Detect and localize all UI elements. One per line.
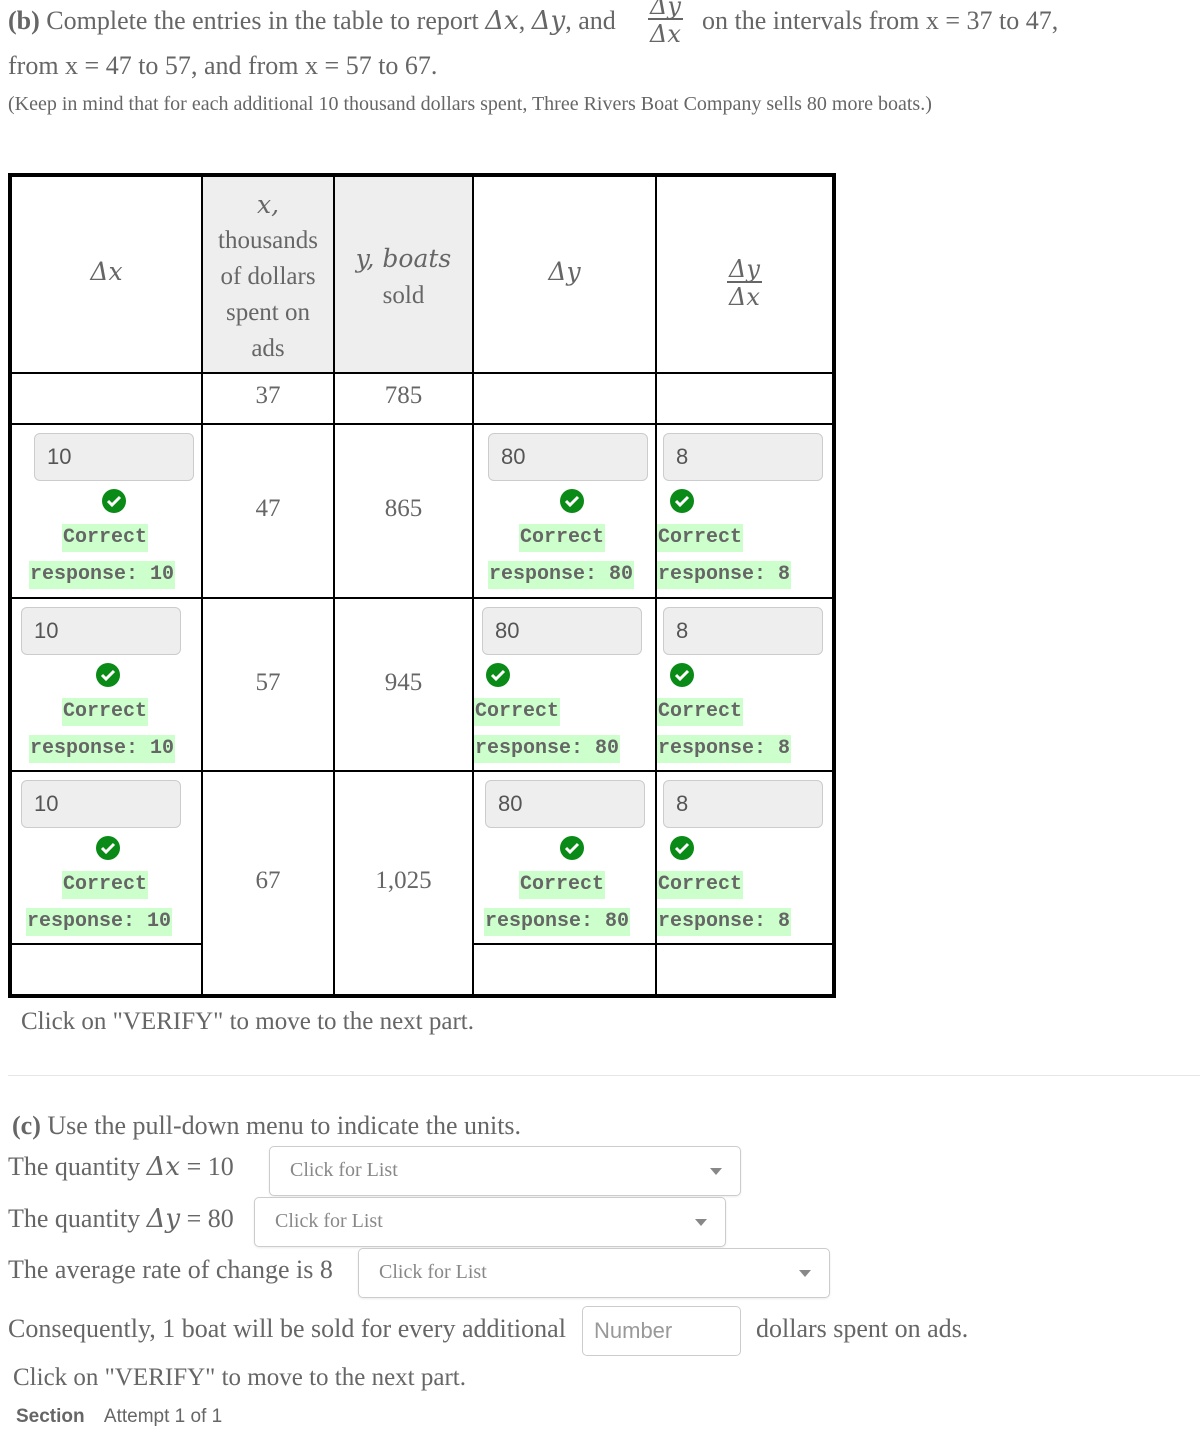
y-value-cell: 945 bbox=[335, 599, 474, 772]
interval-3: x = 57 to 67 bbox=[305, 51, 431, 80]
rate-units-dropdown[interactable]: Click for List bbox=[358, 1248, 830, 1298]
delta-x-input-1[interactable]: 10 bbox=[34, 433, 194, 481]
q-delta-x-units-label: The quantity Δx = 10 bbox=[8, 1152, 234, 1182]
y-value-cell: 1,025 bbox=[335, 772, 474, 994]
header-y: y, boats sold bbox=[335, 177, 474, 374]
delta-y-units-dropdown[interactable]: Click for List bbox=[254, 1197, 726, 1247]
check-icon bbox=[670, 489, 694, 513]
check-icon bbox=[670, 663, 694, 687]
chevron-down-icon bbox=[799, 1270, 811, 1277]
feedback-correct: Correct bbox=[657, 698, 744, 726]
delta-x-symbol: Δx bbox=[485, 6, 519, 36]
delta-y-symbol: Δy bbox=[531, 6, 566, 36]
chevron-down-icon bbox=[695, 1219, 707, 1226]
interval-1-ratio-cell: 8 Correct response: 8 bbox=[657, 425, 832, 599]
part-b-prompt-line2: from x = 47 to 57, and from x = 57 to 67… bbox=[8, 51, 438, 80]
q-rate-units-label: The average rate of change is 8 bbox=[8, 1255, 333, 1284]
part-c-title: (c) Use the pull-down menu to indicate t… bbox=[12, 1111, 522, 1140]
q-consequently-suffix: dollars spent on ads. bbox=[756, 1314, 969, 1343]
attempt-text: Attempt 1 of 1 bbox=[103, 1406, 223, 1427]
feedback-correct: Correct bbox=[519, 871, 606, 899]
feedback-correct: Correct bbox=[62, 698, 149, 726]
dollars-number-input[interactable]: Number bbox=[582, 1306, 741, 1356]
check-icon bbox=[670, 836, 694, 860]
feedback-correct: Correct bbox=[62, 524, 149, 552]
attempt-status: Section Attempt 1 of 1 bbox=[16, 1406, 222, 1428]
feedback-correct: Correct bbox=[62, 871, 149, 899]
delta-y-input-3[interactable]: 80 bbox=[485, 780, 645, 828]
interval-3-ratio-cell: 8 Correct response: 8 bbox=[657, 772, 832, 945]
part-b-prompt: (b) Complete the entries in the table to… bbox=[8, 6, 616, 36]
ratio-input-3[interactable]: 8 bbox=[663, 780, 823, 828]
feedback-response: response: 80 bbox=[488, 561, 635, 589]
part-b-label: (b) bbox=[8, 6, 40, 35]
section-label: Section bbox=[16, 1406, 85, 1427]
feedback-response: response: 10 bbox=[26, 908, 173, 936]
x-value-cell: 67 bbox=[203, 772, 335, 994]
empty-cell bbox=[12, 374, 203, 425]
section-divider bbox=[8, 1075, 1200, 1076]
delta-x-input-2[interactable]: 10 bbox=[21, 607, 181, 655]
header-delta-x: Δx bbox=[12, 177, 203, 374]
delta-y-input-1[interactable]: 80 bbox=[488, 433, 648, 481]
feedback-response: response: 10 bbox=[29, 735, 176, 763]
feedback-response: response: 8 bbox=[657, 561, 792, 589]
part-c-verify-hint: Click on "VERIFY" to move to the next pa… bbox=[13, 1364, 466, 1391]
feedback-correct: Correct bbox=[657, 524, 744, 552]
feedback-response: response: 10 bbox=[29, 561, 176, 589]
delta-x-units-dropdown[interactable]: Click for List bbox=[269, 1146, 741, 1196]
delta-y-input-2[interactable]: 80 bbox=[482, 607, 642, 655]
check-icon bbox=[486, 663, 510, 687]
x-value-cell: 37 bbox=[203, 374, 335, 425]
interval-2-delta-x-cell: 10 Correct response: 10 bbox=[12, 599, 203, 772]
check-icon bbox=[560, 836, 584, 860]
interval-1: x = 37 to 47, bbox=[925, 6, 1059, 35]
q-consequently-label: Consequently, 1 boat will be sold for ev… bbox=[8, 1314, 566, 1343]
ratio-input-2[interactable]: 8 bbox=[663, 607, 823, 655]
x-value-cell: 47 bbox=[203, 425, 335, 599]
q-delta-y-units-label: The quantity Δy = 80 bbox=[8, 1204, 234, 1234]
feedback-correct: Correct bbox=[474, 698, 561, 726]
ratio-fraction: Δy Δx bbox=[648, 0, 683, 46]
feedback-response: response: 80 bbox=[484, 908, 631, 936]
x-value-cell: 57 bbox=[203, 599, 335, 772]
rate-table: Δx x, thousands of dollars spent on ads … bbox=[8, 173, 836, 998]
empty-cell bbox=[12, 945, 203, 994]
empty-cell bbox=[657, 945, 832, 994]
check-icon bbox=[96, 663, 120, 687]
interval-1-delta-y-cell: 80 Correct response: 80 bbox=[474, 425, 657, 599]
header-x: x, thousands of dollars spent on ads bbox=[203, 177, 335, 374]
check-icon bbox=[102, 489, 126, 513]
feedback-response: response: 8 bbox=[657, 908, 792, 936]
check-icon bbox=[560, 489, 584, 513]
empty-cell bbox=[474, 945, 657, 994]
part-b-prompt-cont: on the intervals from x = 37 to 47, bbox=[702, 6, 1059, 35]
header-delta-y: Δy bbox=[474, 177, 657, 374]
feedback-correct: Correct bbox=[519, 524, 606, 552]
part-c-label: (c) bbox=[12, 1111, 41, 1140]
part-b-note: (Keep in mind that for each additional 1… bbox=[8, 93, 932, 115]
y-value-cell: 785 bbox=[335, 374, 474, 425]
ratio-input-1[interactable]: 8 bbox=[663, 433, 823, 481]
feedback-response: response: 8 bbox=[657, 735, 792, 763]
chevron-down-icon bbox=[710, 1168, 722, 1175]
empty-cell bbox=[657, 374, 832, 425]
interval-3-delta-x-cell: 10 Correct response: 10 bbox=[12, 772, 203, 945]
feedback-correct: Correct bbox=[657, 871, 744, 899]
empty-cell bbox=[474, 374, 657, 425]
y-value-cell: 865 bbox=[335, 425, 474, 599]
feedback-response: response: 80 bbox=[474, 735, 621, 763]
interval-3-delta-y-cell: 80 Correct response: 80 bbox=[474, 772, 657, 945]
part-b-verify-hint: Click on "VERIFY" to move to the next pa… bbox=[21, 1008, 474, 1035]
interval-1-delta-x-cell: 10 Correct response: 10 bbox=[12, 425, 203, 599]
check-icon bbox=[96, 836, 120, 860]
delta-x-input-3[interactable]: 10 bbox=[21, 780, 181, 828]
header-ratio: Δy Δx bbox=[657, 177, 832, 374]
interval-2: x = 47 to 57 bbox=[65, 51, 191, 80]
interval-2-ratio-cell: 8 Correct response: 8 bbox=[657, 599, 832, 772]
interval-2-delta-y-cell: 80 Correct response: 80 bbox=[474, 599, 657, 772]
